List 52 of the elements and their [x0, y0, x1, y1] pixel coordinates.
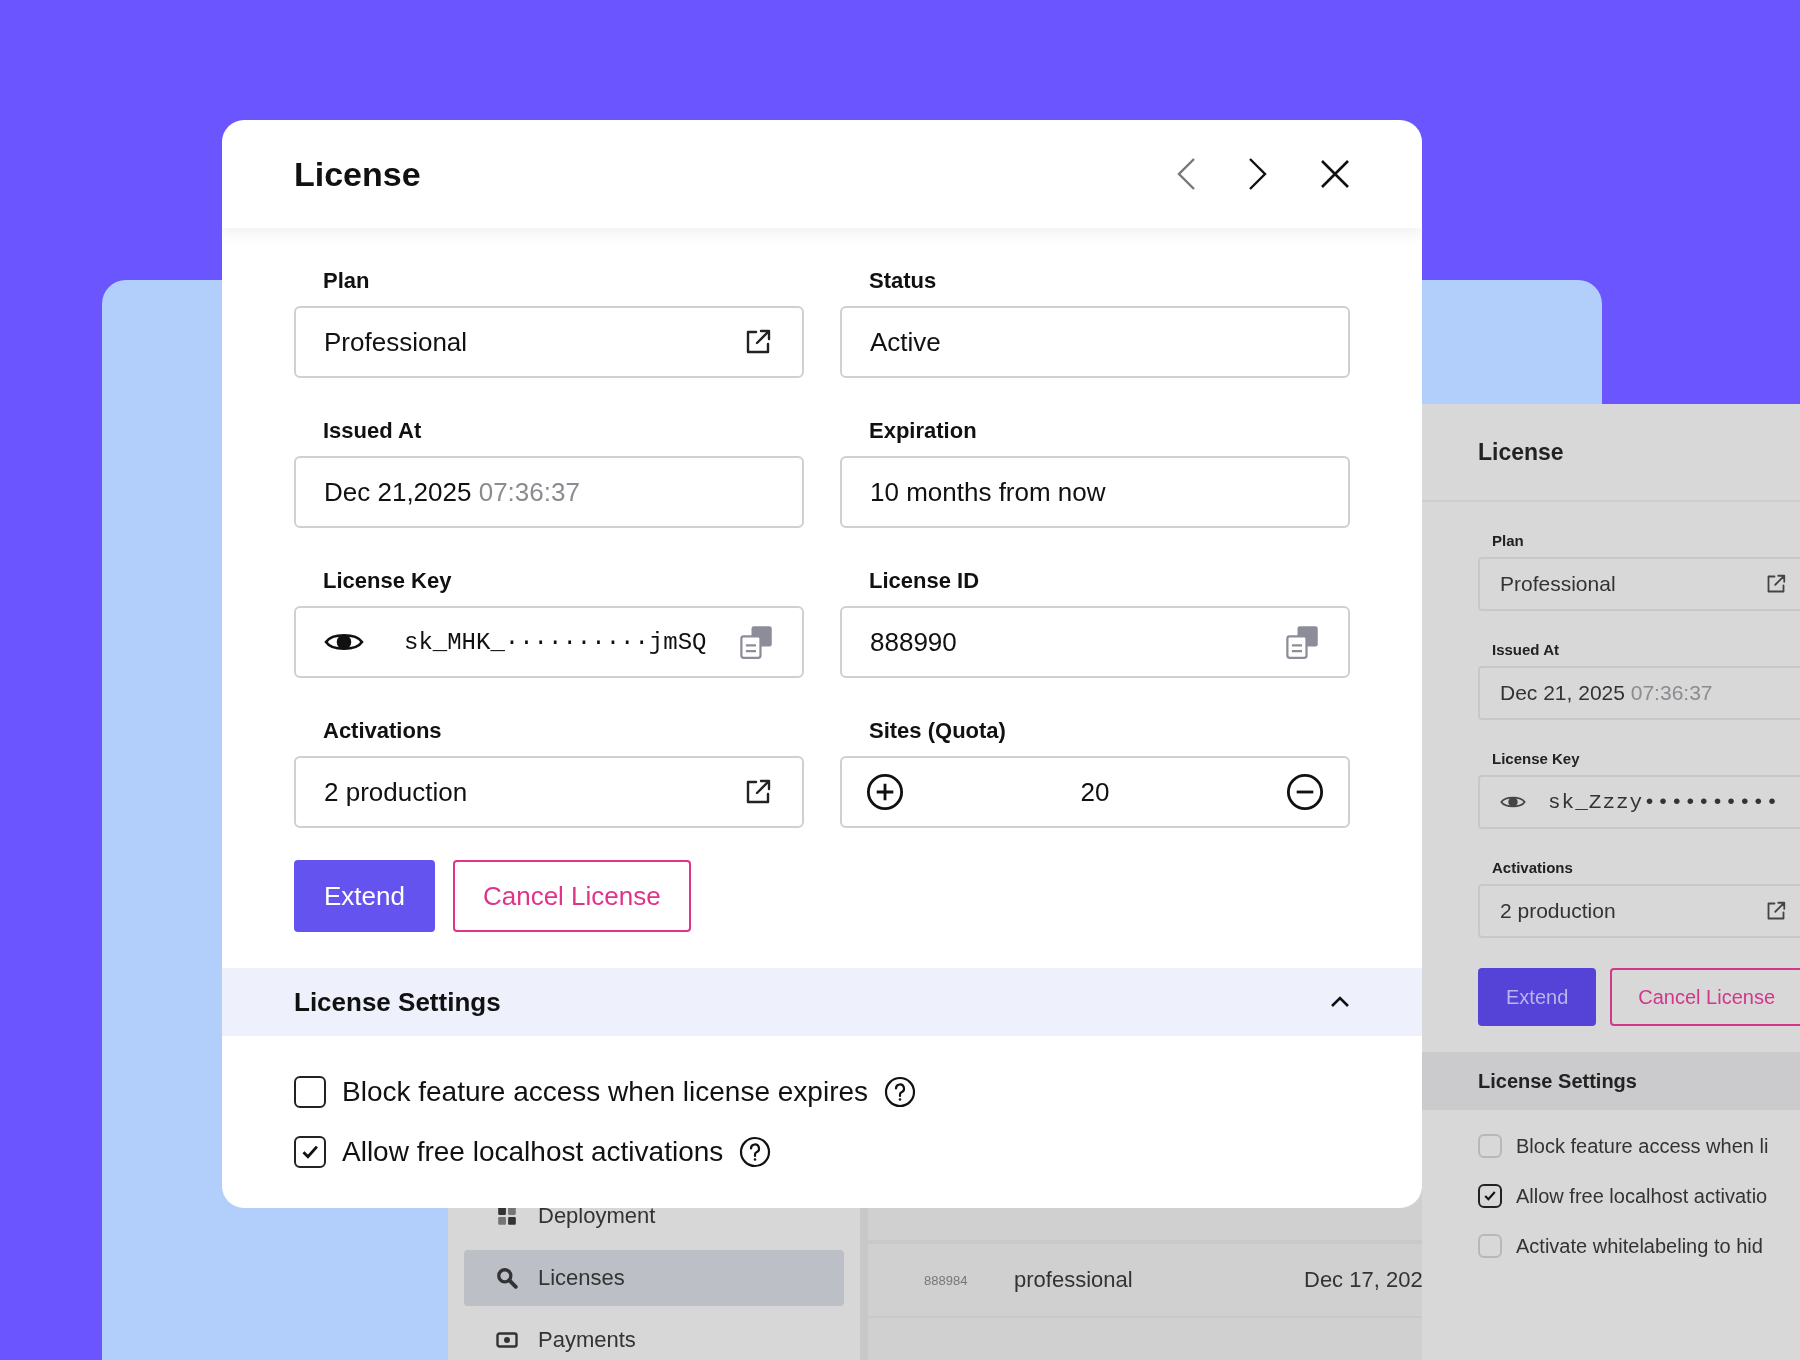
input-field[interactable]: sk_MHK_··········jmSQ — [294, 606, 804, 678]
field-value: Active — [870, 326, 942, 358]
option-label: Allow free localhost activatio — [1516, 1184, 1768, 1208]
option-label: Block feature access when license expires — [342, 1076, 869, 1108]
field-label: Activations — [323, 718, 443, 744]
field-value: 2 production — [324, 776, 469, 808]
input-field[interactable]: sk_Zzzy•••••••••• — [1478, 775, 1800, 829]
field-value: 10 months from now — [870, 476, 1107, 508]
input-field[interactable]: 2 production — [1478, 884, 1800, 938]
field-value: sk_Zzzy•••••••••• — [1548, 790, 1781, 814]
field-value: Professional — [1500, 572, 1617, 596]
option-label: Allow free localhost activations — [342, 1136, 724, 1168]
input-field[interactable]: Active — [840, 306, 1350, 378]
section-header[interactable]: License Settings — [1422, 1052, 1800, 1110]
input-field[interactable]: 10 months from now — [840, 456, 1350, 528]
sidebar-item[interactable]: Licenses — [464, 1250, 844, 1306]
field-value: Dec 21,2025 07:36:37 — [324, 476, 581, 508]
input-field[interactable]: 888990 — [840, 606, 1350, 678]
input-field[interactable]: 20 — [840, 756, 1350, 828]
option-label: Activate whitelabeling to hid — [1516, 1234, 1763, 1258]
table-cell: Dec 17, 202 — [1304, 1267, 1423, 1293]
table-cell-text: 888984 — [924, 1272, 969, 1288]
field-label: Issued At — [323, 418, 423, 444]
field-label: Plan — [323, 268, 371, 294]
panel-title: License — [1478, 438, 1564, 466]
field-value: Professional — [324, 326, 469, 358]
field-label: Issued At — [1492, 641, 1560, 658]
field-label: License Key — [1492, 750, 1581, 767]
section-header[interactable]: License Settings — [222, 968, 1422, 1036]
option-label: Block feature access when li — [1516, 1134, 1769, 1158]
table-cell-text: professional — [1014, 1267, 1134, 1293]
field-label: Status — [869, 268, 938, 294]
field-label: Expiration — [869, 418, 978, 444]
field-label: License Key — [323, 568, 453, 594]
input-field[interactable]: Professional — [294, 306, 804, 378]
field-label: License ID — [869, 568, 981, 594]
sidebar-item[interactable]: Payments — [464, 1312, 844, 1360]
field-value: 2 production — [1500, 899, 1617, 923]
field-value: sk_MHK_··········jmSQ — [404, 628, 708, 656]
field-value: Dec 21, 2025 07:36:37 — [1500, 681, 1714, 705]
field-label: Sites (Quota) — [869, 718, 1007, 744]
field-label: Plan — [1492, 532, 1525, 549]
field-value: 888990 — [870, 626, 958, 658]
field-value: 20 — [1079, 776, 1111, 808]
input-field[interactable]: Dec 21, 2025 07:36:37 — [1478, 666, 1800, 720]
input-field[interactable]: Professional — [1478, 557, 1800, 611]
extend-button[interactable]: Extend — [294, 860, 435, 932]
dialog-title: License — [294, 154, 421, 194]
input-field[interactable]: 2 production — [294, 756, 804, 828]
field-label: Activations — [1492, 859, 1574, 876]
input-field[interactable]: Dec 21,2025 07:36:37 — [294, 456, 804, 528]
cancel-button[interactable]: Cancel License — [452, 860, 691, 932]
